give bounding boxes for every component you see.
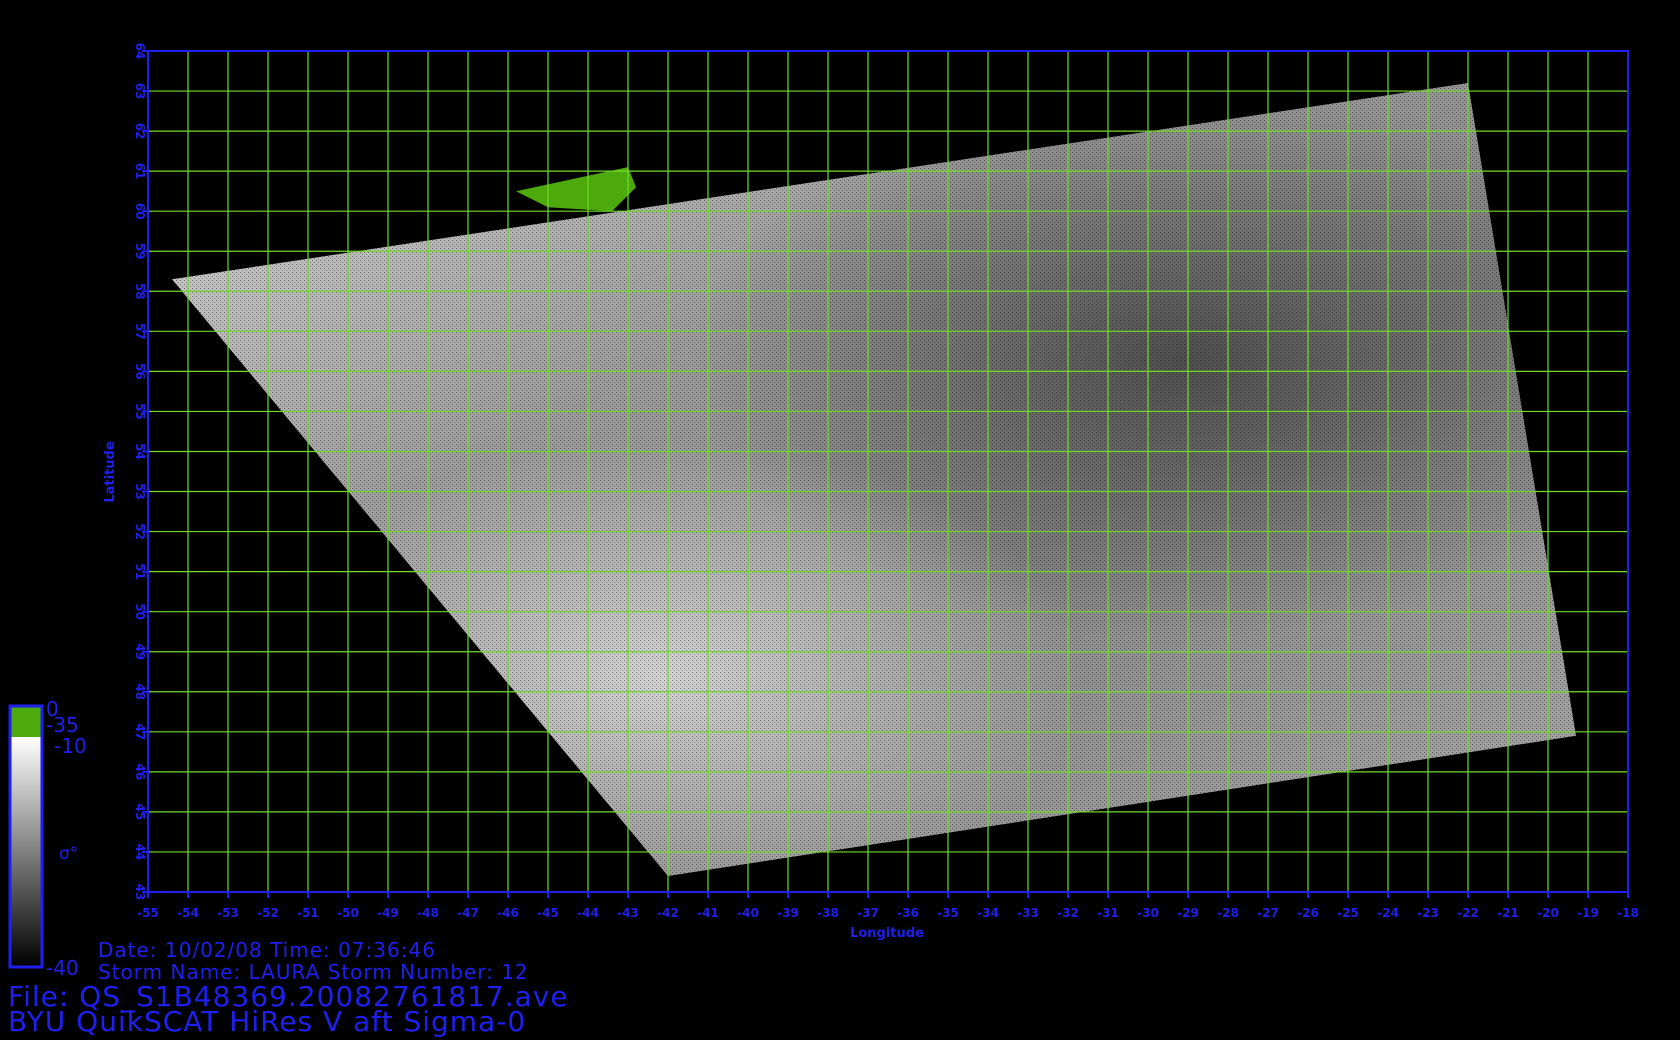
lon-tick-label: -18 [1617,906,1639,920]
lon-tick-label: -48 [417,906,439,920]
lat-tick-label: 55 [133,403,147,420]
lon-tick-label: -22 [1457,906,1479,920]
lon-tick-label: -26 [1297,906,1319,920]
lat-tick-label: 64 [133,43,147,60]
lon-tick-label: -37 [857,906,879,920]
lon-tick-label: -54 [177,906,199,920]
lon-tick-label: -27 [1257,906,1279,920]
lon-tick-label: -33 [1017,906,1039,920]
lon-tick-label: -42 [657,906,679,920]
y-axis-label: Latitude [103,441,118,503]
lat-tick-label: 56 [133,363,147,380]
sigma0-map: -55 -54 -53 -52 -51 -50 -49 -48 -47 -46 -45 -44 -43 -… [8,43,1639,980]
lat-tick-label: 46 [133,764,147,781]
lat-tick-label: 50 [133,603,147,620]
x-axis-label: Longitude [850,926,924,941]
colorbar-sigma-label: σ° [59,844,78,864]
lon-tick-label: -49 [377,906,399,920]
lat-tick-label: 54 [133,443,147,460]
lat-tick-label: 61 [133,163,147,180]
lon-tick-label: -32 [1057,906,1079,920]
lon-tick-label: -21 [1497,906,1519,920]
land-region [516,167,636,212]
lat-tick-label: 44 [133,844,147,861]
lon-tick-label: -50 [337,906,359,920]
lon-tick-label: -34 [977,906,999,920]
lon-tick-label: -52 [257,906,279,920]
lon-tick-label: -47 [457,906,479,920]
date-time-line: Date: 10/02/08 Time: 07:36:46 [98,938,436,962]
lat-tick-label: 58 [133,283,147,300]
lat-tick-label: 43 [133,884,147,901]
lat-tick-label: 57 [133,323,147,340]
lat-tick-label: 47 [133,723,147,740]
lon-tick-label: -25 [1337,906,1359,920]
lon-tick-label: -45 [537,906,559,920]
lon-tick-label: -53 [217,906,239,920]
lon-tick-label: -39 [777,906,799,920]
lon-tick-label: -29 [1177,906,1199,920]
latitude-tick-labels: 43 44 45 46 47 48 49 50 51 52 53 54 55 56 57 58 59 60 61 62… [133,43,148,901]
lat-tick-label: 49 [133,643,147,660]
colorbar: 0 -35 -10 -40 σ° [8,697,87,980]
satellite-swath [172,83,1576,876]
lon-tick-label: -40 [737,906,759,920]
lon-tick-label: -23 [1417,906,1439,920]
lat-tick-label: 48 [133,683,147,700]
lat-tick-label: 63 [133,83,147,100]
lon-tick-label: -19 [1577,906,1599,920]
lon-tick-label: -30 [1137,906,1159,920]
colorbar-scale-top-label: -10 [54,734,87,758]
lon-tick-label: -38 [817,906,839,920]
lon-tick-label: -41 [697,906,719,920]
lon-tick-label: -43 [617,906,639,920]
lon-tick-label: -44 [577,906,599,920]
lon-tick-label: -31 [1097,906,1119,920]
longitude-tick-labels: -55 -54 -53 -52 -51 -50 -49 -48 -47 -46 -45 -44 -43 -… [137,892,1639,920]
lat-tick-label: 51 [133,563,147,580]
colorbar-gradient [10,737,42,967]
lat-tick-label: 62 [133,123,147,140]
lon-tick-label: -35 [937,906,959,920]
product-title-line: BYU QuikSCAT HiRes V aft Sigma-0 [8,1005,527,1038]
colorbar-scale-bottom-label: -40 [46,956,79,980]
lat-tick-label: 60 [133,203,147,220]
colorbar-land-swatch [10,706,42,737]
lon-tick-label: -28 [1217,906,1239,920]
lat-tick-label: 52 [133,523,147,540]
lon-tick-label: -46 [497,906,519,920]
swath-texture [172,83,1576,876]
lon-tick-label: -36 [897,906,919,920]
lon-tick-label: -55 [137,906,159,920]
lon-tick-label: -51 [297,906,319,920]
lat-tick-label: 53 [133,483,147,500]
lon-tick-label: -24 [1377,906,1399,920]
lat-tick-label: 45 [133,804,147,821]
lat-tick-label: 59 [133,243,147,260]
lon-tick-label: -20 [1537,906,1559,920]
